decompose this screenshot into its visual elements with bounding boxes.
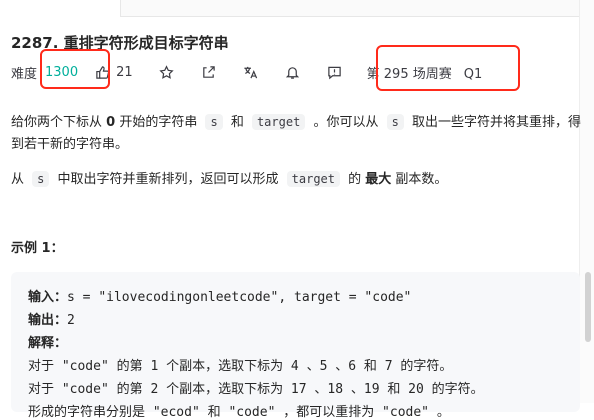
star-icon[interactable]	[159, 64, 175, 80]
scrollbar-thumb[interactable]	[585, 272, 591, 342]
inline-code: s	[32, 171, 50, 187]
input-label: 输入：	[28, 290, 68, 305]
inline-code: s	[205, 114, 223, 130]
example-block: 输入：s = "ilovecodingonleetcode", target =…	[11, 272, 580, 420]
explanation-line-3: 形成的字符串分别是 "ecod" 和 "code" ，都可以重排为 "code"…	[28, 405, 450, 420]
example-input-line: 输入：s = "ilovecodingonleetcode", target =…	[28, 286, 411, 305]
like-count: 21	[116, 64, 133, 80]
explain-label: 解释：	[28, 336, 68, 351]
explanation-line-2: 对于 "code" 的第 2 个副本，选取下标为 17 、18 、19 和 20…	[28, 382, 484, 397]
description-paragraph-1: 给你两个下标从 0 开始的字符串 s 和 target 。你可以从 s 取出一些…	[11, 111, 581, 156]
text: 给你两个下标从	[11, 115, 107, 130]
text: 副本数。	[391, 172, 448, 187]
bell-icon[interactable]	[285, 64, 301, 80]
description-paragraph-2: 从 s 中取出字符并重新排列，返回可以形成 target 的 最大 副本数。	[11, 168, 581, 191]
top-tab-bar	[0, 0, 594, 17]
input-value: s = "ilovecodingonleetcode", target = "c…	[67, 290, 412, 305]
tab-strip	[120, 0, 581, 17]
vertical-scrollbar[interactable]	[579, 0, 594, 403]
feedback-icon[interactable]	[327, 64, 343, 80]
bold-text: 0	[106, 115, 116, 130]
inline-code: target	[286, 171, 340, 187]
output-label: 输出：	[28, 313, 68, 328]
text: 。你可以从	[309, 115, 383, 130]
text: 的	[344, 172, 366, 187]
contest-highlight-box	[376, 45, 520, 91]
difficulty-label: 难度	[11, 66, 38, 82]
difficulty-highlight-box	[40, 49, 110, 89]
translate-icon[interactable]	[243, 64, 259, 80]
example-explain-line: 解释：	[28, 332, 67, 351]
text: 和	[226, 115, 248, 130]
share-icon[interactable]	[201, 64, 217, 80]
output-value: 2	[67, 313, 75, 328]
bold-text: 最大	[365, 172, 392, 187]
inline-code: s	[386, 114, 404, 130]
text: 中取出字符并重新排列，返回可以形成	[53, 172, 283, 187]
text: 从	[11, 172, 29, 187]
inline-code: target	[251, 114, 306, 130]
text: 开始的字符串	[115, 115, 202, 130]
example-title: 示例 1：	[11, 241, 64, 256]
example-output-line: 输出：2	[28, 309, 75, 328]
explanation-line-1: 对于 "code" 的第 1 个副本，选取下标为 4 、5 、6 和 7 的字符…	[28, 359, 453, 374]
